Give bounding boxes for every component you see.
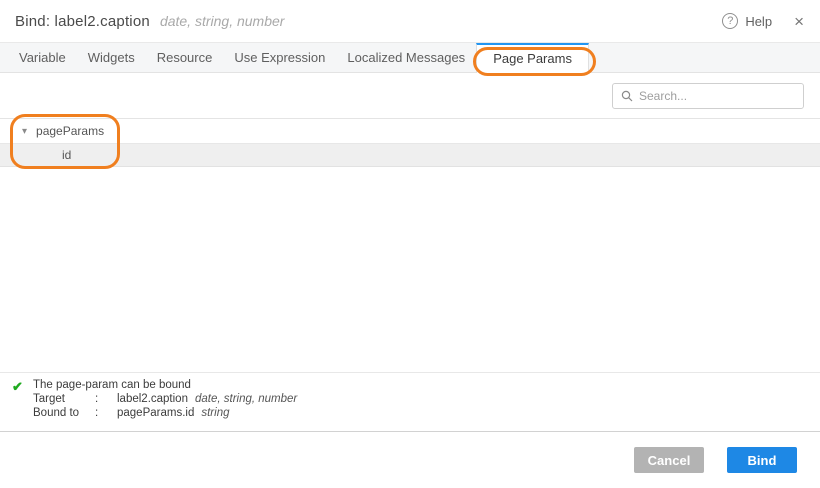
tree-leaf-label: id <box>62 148 71 162</box>
tab-localized-messages[interactable]: Localized Messages <box>336 43 476 72</box>
question-circle-icon: ? <box>722 13 738 29</box>
tab-widgets[interactable]: Widgets <box>77 43 146 72</box>
status-target-colon: : <box>95 392 117 406</box>
check-icon: ✔ <box>12 379 23 395</box>
dialog-footer: Cancel Bind <box>0 431 820 488</box>
close-icon[interactable]: × <box>794 13 804 30</box>
status-detail-table: Target : label2.captiondate, string, num… <box>33 392 820 420</box>
page-params-tree: ▾ pageParams id <box>0 118 820 167</box>
dialog-header: Bind: label2.caption date, string, numbe… <box>0 0 820 42</box>
tab-page-params[interactable]: Page Params <box>476 43 589 73</box>
search-icon <box>621 90 633 102</box>
help-button[interactable]: ? Help <box>722 13 772 29</box>
status-boundto-value: pageParams.idstring <box>117 406 820 420</box>
tab-resource[interactable]: Resource <box>146 43 224 72</box>
status-target-label: Target <box>33 392 95 406</box>
search-input[interactable] <box>639 89 795 103</box>
binding-status: ✔ The page-param can be bound Target : l… <box>0 372 820 431</box>
tab-variable[interactable]: Variable <box>8 43 77 72</box>
help-label: Help <box>745 14 772 29</box>
status-target-value: label2.captiondate, string, number <box>117 392 820 406</box>
status-boundto-label: Bound to <box>33 406 95 420</box>
tab-page-params-label: Page Params <box>493 51 572 66</box>
tree-node-label: pageParams <box>36 124 104 138</box>
tab-use-expression[interactable]: Use Expression <box>223 43 336 72</box>
dialog-title: Bind: label2.caption <box>15 13 150 30</box>
caret-down-icon[interactable]: ▾ <box>22 126 27 137</box>
search-box[interactable] <box>612 83 804 109</box>
search-row <box>0 73 820 118</box>
tree-row-id[interactable]: id <box>0 143 820 167</box>
bind-button[interactable]: Bind <box>727 447 797 473</box>
status-target-type: date, string, number <box>195 393 297 405</box>
tree-row-pageparams[interactable]: ▾ pageParams <box>0 119 820 143</box>
dialog-content: ▾ pageParams id ✔ The page-param can be … <box>0 73 820 431</box>
cancel-button[interactable]: Cancel <box>634 447 704 473</box>
status-boundto-colon: : <box>95 406 117 420</box>
status-boundto-type: string <box>201 407 229 419</box>
content-spacer <box>0 167 820 372</box>
tab-bar: Variable Widgets Resource Use Expression… <box>0 42 820 73</box>
status-message: The page-param can be bound <box>33 378 820 392</box>
bind-dialog: Bind: label2.caption date, string, numbe… <box>0 0 820 488</box>
dialog-subtitle: date, string, number <box>160 13 285 29</box>
